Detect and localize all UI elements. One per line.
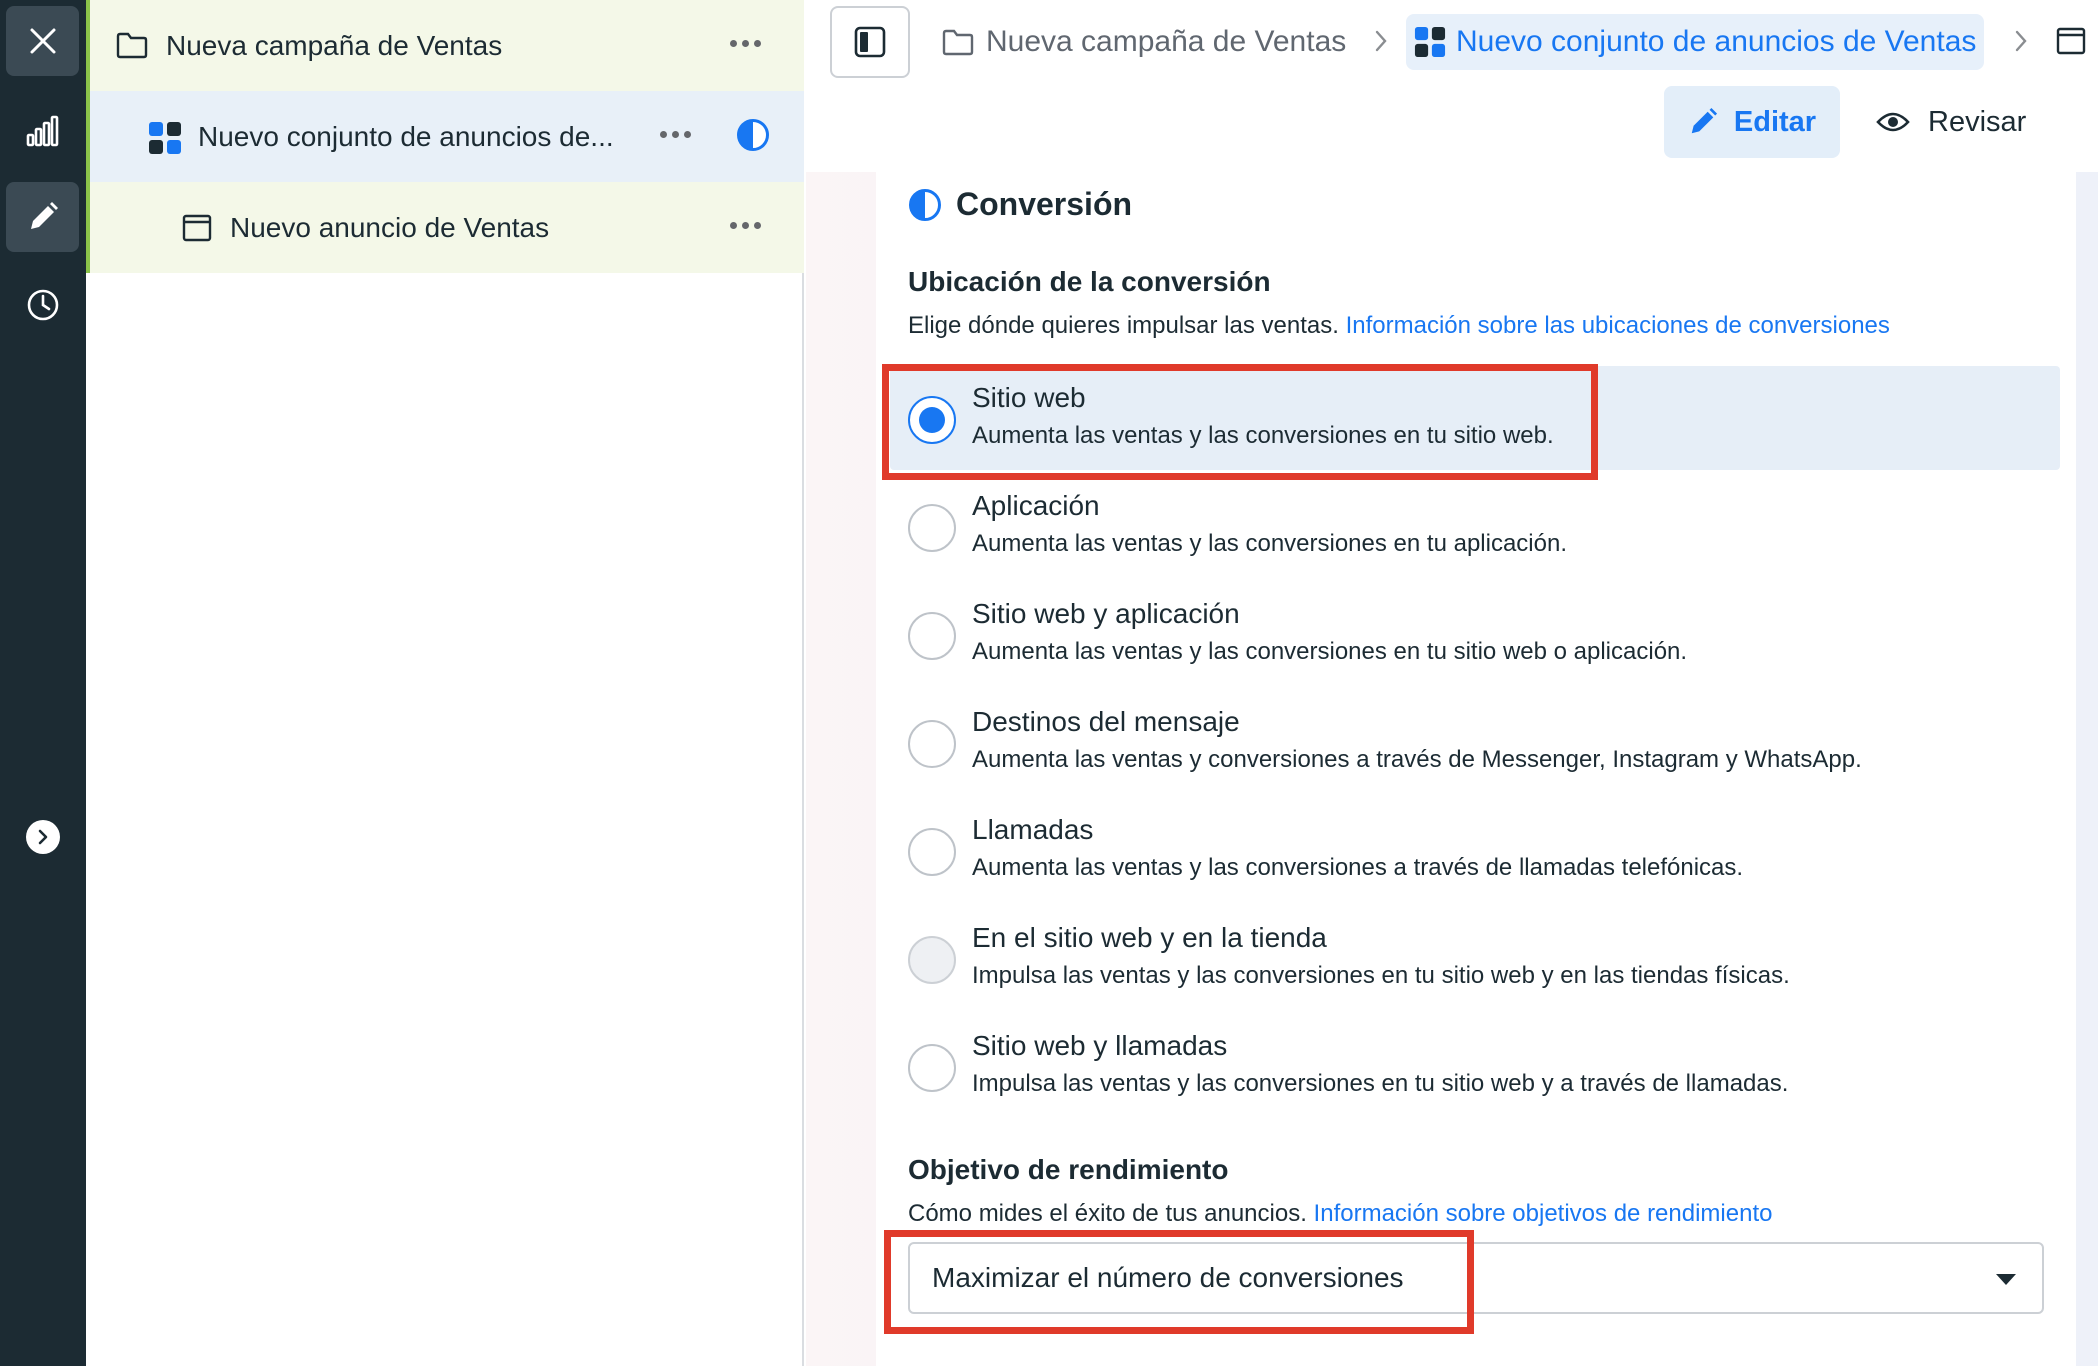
sidebar-toggle-icon [854, 26, 886, 58]
performance-goal-heading: Objetivo de rendimiento [908, 1154, 1229, 1185]
reporting-button[interactable] [6, 96, 79, 166]
half-circle-icon [737, 119, 769, 151]
caret-down-icon [1996, 1274, 2016, 1285]
conversion-location-heading: Ubicación de la conversión [908, 266, 1271, 297]
conversion-option-title: En el sitio web y en la tienda [972, 922, 1327, 953]
radio-button[interactable] [908, 504, 956, 552]
conversion-location-description: Elige dónde quieres impulsar las ventas.… [908, 312, 1890, 340]
conversion-option[interactable]: Llamadas Aumenta las ventas y las convers… [890, 798, 2060, 902]
section-title: Conversión [908, 186, 1132, 223]
conversion-option-description: Aumenta las ventas y las conversiones en… [972, 422, 1554, 449]
tree-item-campaign[interactable]: Nueva campaña de Ventas [86, 0, 804, 91]
close-button[interactable] [6, 6, 79, 76]
radio-button[interactable] [908, 720, 956, 768]
tree-item-adset[interactable]: Nuevo conjunto de anuncios de... [86, 91, 804, 182]
nav-rail [0, 0, 86, 1366]
tree-adset-label: Nuevo conjunto de anuncios de... [198, 121, 614, 152]
radio-button [908, 936, 956, 984]
conversion-option-title: Sitio web y aplicación [972, 598, 1240, 629]
conversion-option-title: Aplicación [972, 490, 1100, 521]
pencil-icon [1691, 107, 1717, 134]
radio-button[interactable] [908, 828, 956, 876]
ad-window-icon [182, 214, 212, 242]
conversion-option-description: Aumenta las ventas y las conversiones en… [972, 638, 1688, 665]
breadcrumb-adset-label: Nuevo conjunto de anuncios de Ventas [1456, 25, 1977, 58]
conversion-option-title: Destinos del mensaje [972, 706, 1240, 737]
pencil-icon [30, 202, 58, 229]
review-button[interactable]: Revisar [1876, 86, 2026, 158]
expand-rail-button[interactable] [26, 820, 60, 854]
conversion-option[interactable]: En el sitio web y en la tienda Impulsa la… [890, 906, 2060, 1010]
conversion-option[interactable]: Sitio web Aumenta las ventas y las conver… [890, 366, 2060, 470]
conversion-option-description: Impulsa las ventas y las conversiones en… [972, 1070, 1789, 1097]
half-circle-icon [909, 188, 941, 221]
conversion-option[interactable]: Aplicación Aumenta las ventas y las conve… [890, 474, 2060, 578]
radio-button[interactable] [908, 396, 956, 444]
performance-goal-select[interactable]: Maximizar el número de conversiones [908, 1242, 2044, 1314]
edit-button[interactable]: Editar [1664, 86, 1840, 158]
breadcrumb-adset[interactable]: Nuevo conjunto de anuncios de Ventas [1406, 14, 1985, 70]
history-button[interactable] [6, 270, 79, 340]
conversion-location-description-text: Elige dónde quieres impulsar las ventas. [908, 312, 1339, 339]
breadcrumb-campaign[interactable]: Nueva campaña de Ventas [942, 14, 1346, 70]
campaign-more-button[interactable] [730, 40, 761, 47]
conversion-option-description: Impulsa las ventas y las conversiones en… [972, 962, 1790, 989]
performance-goal-description-text: Cómo mides el éxito de tus anuncios. [908, 1200, 1307, 1227]
breadcrumb-campaign-label: Nueva campaña de Ventas [986, 25, 1347, 58]
bar-chart-icon [26, 115, 58, 147]
toggle-panel-button[interactable] [830, 6, 910, 78]
folder-icon [942, 29, 974, 55]
adset-more-button[interactable] [660, 131, 691, 138]
ad-more-button[interactable] [730, 222, 761, 229]
conversion-option-description: Aumenta las ventas y las conversiones en… [972, 530, 1567, 557]
conversion-option-title: Sitio web y llamadas [972, 1030, 1228, 1061]
chevron-right-icon [2015, 30, 2027, 52]
radio-button[interactable] [908, 612, 956, 660]
conversion-option-description: Aumenta las ventas y conversiones a trav… [972, 746, 1862, 773]
conversion-option[interactable]: Destinos del mensaje Aumenta las ventas y… [890, 690, 2060, 794]
conversion-option-title: Llamadas [972, 814, 1094, 845]
conversion-option[interactable]: Sitio web y llamadas Impulsa las ventas y… [890, 1014, 2060, 1118]
clock-icon [27, 289, 58, 321]
edit-mode-button[interactable] [6, 182, 79, 252]
folder-icon [116, 32, 148, 59]
ad-window-icon[interactable] [2056, 26, 2086, 56]
performance-goal-select-value: Maximizar el número de conversiones [932, 1262, 1404, 1293]
grid-icon [1414, 26, 1446, 58]
edit-button-label: Editar [1733, 105, 1817, 138]
conversion-option[interactable]: Sitio web y aplicación Aumenta las ventas… [890, 582, 2060, 686]
grid-icon [149, 122, 181, 154]
close-icon [30, 28, 55, 54]
conversion-card: Conversión Ubicación de la conversión El… [876, 172, 2076, 1366]
performance-goal-description: Cómo mides el éxito de tus anuncios. Inf… [908, 1200, 1772, 1228]
review-button-label: Revisar [1928, 105, 2027, 138]
radio-button[interactable] [908, 1044, 956, 1092]
top-bar: Nueva campaña de Ventas Nuevo conjunto d… [806, 0, 2098, 172]
tree-campaign-label: Nueva campaña de Ventas [166, 30, 503, 61]
performance-goal-link[interactable]: Información sobre objetivos de rendimien… [1314, 1200, 1773, 1227]
tree-ad-label: Nuevo anuncio de Ventas [230, 212, 550, 243]
chevron-right-icon [1375, 30, 1387, 52]
conversion-location-link[interactable]: Información sobre las ubicaciones de con… [1346, 312, 1890, 339]
chevron-right-icon [38, 829, 48, 845]
conversion-option-title: Sitio web [972, 382, 1086, 413]
tree-item-ad[interactable]: Nuevo anuncio de Ventas [86, 182, 804, 273]
section-title-label: Conversión [956, 186, 1133, 222]
eye-icon [1876, 112, 1910, 132]
campaign-tree: Nueva campaña de Ventas Nuevo conjunto d… [86, 0, 804, 1366]
conversion-option-description: Aumenta las ventas y las conversiones a … [972, 854, 1744, 881]
